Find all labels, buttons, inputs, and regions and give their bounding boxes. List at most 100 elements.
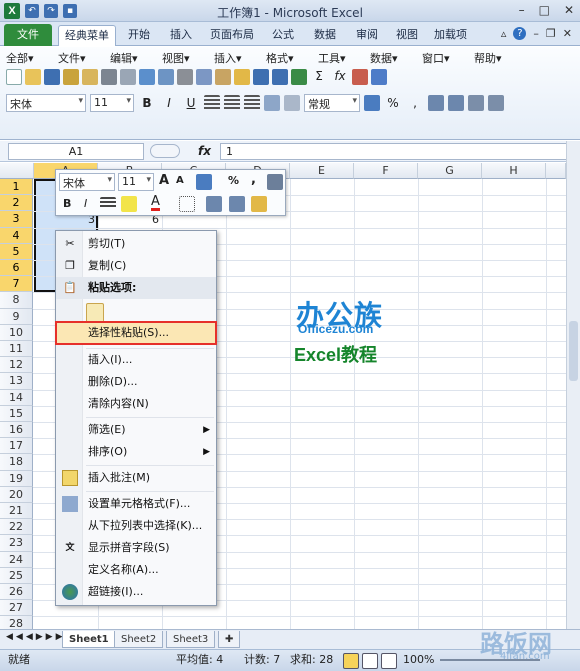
sheet-tab-1[interactable]: Sheet1 [62, 631, 116, 648]
paste-option-icon[interactable] [86, 303, 104, 323]
shrink-font-button[interactable]: A [176, 175, 184, 186]
redo-icon[interactable] [272, 69, 288, 85]
normal-view-icon[interactable] [343, 653, 359, 669]
menu-item-cut[interactable]: ✂ 剪切(T) [56, 233, 216, 255]
print-preview-icon[interactable] [120, 69, 136, 85]
close-button[interactable]: ✕ [564, 3, 574, 17]
sheet-navigation-arrows-icon[interactable]: ◀◀◀▶▶▶ [6, 632, 66, 642]
align-right-icon[interactable] [244, 95, 260, 111]
menu-insert[interactable]: 插入▾ [214, 50, 266, 66]
tab-home[interactable]: 开始 [122, 25, 156, 46]
sort-descending-icon[interactable] [371, 69, 387, 85]
tab-classic-menu[interactable]: 经典菜单 [58, 25, 116, 46]
open-folder-icon[interactable] [25, 69, 41, 85]
decrease-decimal-icon[interactable] [448, 95, 464, 111]
ribbon-collapse-icon[interactable]: ▵ [501, 27, 507, 40]
autosum-icon[interactable]: Σ [310, 69, 328, 85]
sheet-tab-2[interactable]: Sheet2 [114, 631, 164, 648]
hyperlink-icon[interactable] [291, 69, 307, 85]
wrap-text-icon[interactable] [284, 95, 300, 111]
menu-help[interactable]: 帮助▾ [474, 50, 526, 66]
column-header-e[interactable]: E [290, 163, 354, 179]
restore-workbook-icon[interactable]: ❐ [546, 27, 556, 40]
column-header-f[interactable]: F [354, 163, 418, 179]
menu-tools[interactable]: 工具▾ [318, 50, 370, 66]
comma-style-button[interactable]: , [406, 96, 424, 110]
help-icon[interactable]: ? [513, 27, 527, 40]
column-header-i[interactable] [546, 163, 566, 179]
permission-icon[interactable] [63, 69, 79, 85]
tab-page-layout[interactable]: 页面布局 [204, 25, 260, 46]
font-size-select[interactable]: 11 [90, 94, 134, 112]
row-header-22[interactable]: 22 [0, 519, 33, 536]
maximize-button[interactable]: □ [539, 3, 550, 17]
page-layout-view-icon[interactable] [362, 653, 378, 669]
menu-item-insert[interactable]: 插入(I)... [56, 349, 216, 371]
currency-format-icon[interactable] [364, 95, 380, 111]
menu-all[interactable]: 全部▾ [6, 50, 58, 66]
tab-insert[interactable]: 插入 [164, 25, 198, 46]
row-header-5[interactable]: 5 [0, 243, 33, 260]
zoom-level[interactable]: 100% [403, 650, 434, 670]
formula-bar-resize-icon[interactable] [150, 144, 180, 158]
align-left-icon[interactable] [204, 95, 220, 111]
percent-style-button[interactable]: % [384, 96, 402, 110]
row-header-28[interactable]: 28 [0, 616, 33, 629]
borders-icon[interactable] [179, 196, 195, 212]
formula-input[interactable]: 1 [220, 143, 570, 160]
menu-item-insert-comment[interactable]: 插入批注(M) [56, 467, 216, 489]
tab-view[interactable]: 视图 [390, 25, 424, 46]
merge-cells-icon[interactable] [267, 174, 283, 190]
email-icon[interactable] [82, 69, 98, 85]
menu-item-format-cells[interactable]: 设置单元格格式(F)... [56, 493, 216, 515]
menu-item-paste-special[interactable]: 选择性粘贴(S)... [56, 322, 216, 344]
menu-item-clear-contents[interactable]: 清除内容(N) [56, 393, 216, 415]
menu-item-sort[interactable]: 排序(O) ▶ [56, 441, 216, 463]
font-color-icon[interactable]: A [151, 195, 160, 211]
new-file-icon[interactable] [6, 69, 22, 85]
menu-data[interactable]: 数据▾ [370, 50, 422, 66]
minimize-button[interactable]: – [519, 3, 525, 17]
fill-color-icon[interactable] [121, 196, 137, 212]
insert-function-icon[interactable]: fx [198, 144, 211, 158]
decrease-decimal-icon[interactable] [229, 196, 245, 212]
row-header-12[interactable]: 12 [0, 357, 33, 374]
sheet-tab-3[interactable]: Sheet3 [166, 631, 216, 648]
tab-data[interactable]: 数据 [308, 25, 342, 46]
menu-view[interactable]: 视图▾ [162, 50, 214, 66]
row-header-15[interactable]: 15 [0, 405, 33, 422]
comma-style-button[interactable]: , [251, 172, 256, 187]
menu-format[interactable]: 格式▾ [266, 50, 318, 66]
menu-file[interactable]: 文件▾ [58, 50, 110, 66]
menu-item-copy[interactable]: ❐ 复制(C) [56, 255, 216, 277]
column-header-h[interactable]: H [482, 163, 546, 179]
name-box[interactable]: A1 [8, 143, 144, 160]
row-header-11[interactable]: 11 [0, 341, 33, 358]
menu-item-define-name[interactable]: 定义名称(A)... [56, 559, 216, 581]
format-painter-icon[interactable] [251, 196, 267, 212]
tab-addins[interactable]: 加载项 [428, 25, 473, 46]
format-painter-icon[interactable] [234, 69, 250, 85]
copy-icon[interactable] [196, 69, 212, 85]
cut-icon[interactable] [177, 69, 193, 85]
row-header-3[interactable]: 3 [0, 211, 33, 228]
insert-sheet-icon[interactable]: ✚ [218, 631, 240, 648]
align-center-icon[interactable] [100, 197, 116, 209]
menu-edit[interactable]: 编辑▾ [110, 50, 162, 66]
mini-font-select[interactable]: 宋体 [59, 173, 115, 191]
align-center-icon[interactable] [224, 95, 240, 111]
paste-icon[interactable] [215, 69, 231, 85]
menu-window[interactable]: 窗口▾ [422, 50, 474, 66]
save-icon[interactable] [44, 69, 60, 85]
row-header-8[interactable]: 8 [0, 292, 33, 309]
bold-button[interactable]: B [63, 197, 71, 210]
row-header-14[interactable]: 14 [0, 389, 33, 406]
row-header-4[interactable]: 4 [0, 227, 33, 244]
print-icon[interactable] [101, 69, 117, 85]
row-header-21[interactable]: 21 [0, 503, 33, 520]
menu-item-show-phonetic[interactable]: 文 显示拼音字段(S) [56, 537, 216, 559]
row-header-2[interactable]: 2 [0, 195, 33, 212]
minimize-workbook-icon[interactable]: – [533, 27, 539, 40]
font-name-select[interactable]: 宋体 [6, 94, 86, 112]
select-all-corner[interactable] [0, 163, 34, 179]
